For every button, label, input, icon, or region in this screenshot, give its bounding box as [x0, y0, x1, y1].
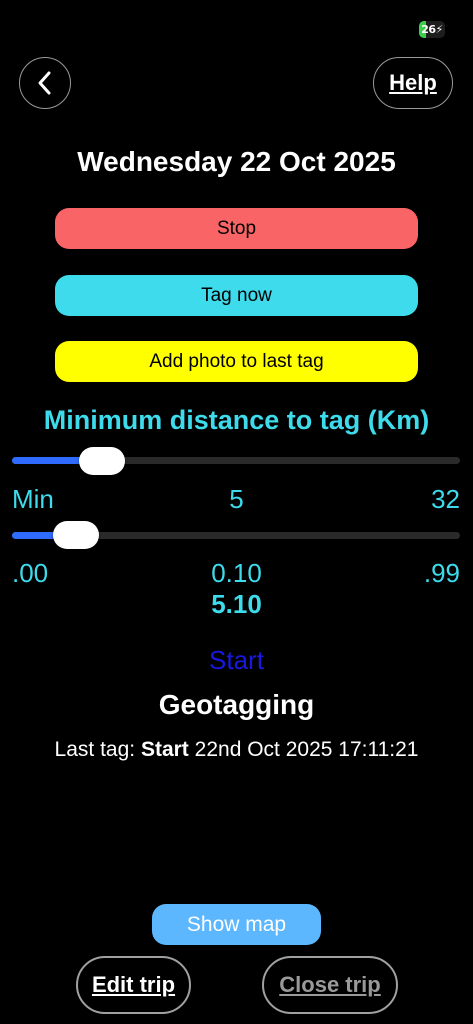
min-distance-total-value: 5.10 [211, 589, 262, 619]
help-button[interactable]: Help [373, 57, 453, 109]
edit-trip-button[interactable]: Edit trip [76, 956, 191, 1014]
chevron-left-icon [38, 71, 51, 95]
show-map-button[interactable]: Show map [152, 904, 321, 945]
last-tag-prefix: Last tag: [54, 738, 136, 761]
fine-slider-value-label: 0.10 [211, 558, 262, 588]
add-photo-button[interactable]: Add photo to last tag [55, 341, 418, 382]
fine-slider-min-label: .00 [12, 558, 49, 588]
coarse-slider-min-label: Min [12, 484, 54, 514]
start-link[interactable]: Start [0, 645, 473, 676]
coarse-slider-value-label: 5 [229, 484, 244, 514]
coarse-distance-slider-thumb[interactable] [79, 447, 125, 475]
back-button[interactable] [19, 57, 71, 109]
battery-indicator: 26⚡ [419, 21, 445, 38]
geotagging-title: Geotagging [158, 689, 315, 720]
fine-slider-max-label: .99 [423, 558, 460, 588]
stop-button[interactable]: Stop [55, 208, 418, 249]
fine-distance-slider-thumb[interactable] [53, 521, 99, 549]
tag-now-button[interactable]: Tag now [55, 275, 418, 316]
battery-text: 26⚡ [421, 23, 443, 36]
coarse-slider-max-label: 32 [431, 484, 460, 514]
last-tag-timestamp: 22nd Oct 2025 17:11:21 [194, 738, 419, 761]
start-link-label[interactable]: Start [209, 645, 264, 675]
min-distance-title: Minimum distance to tag (Km) [43, 405, 430, 435]
close-trip-button[interactable]: Close trip [262, 956, 398, 1014]
last-tag-name: Start [140, 738, 189, 761]
date-title: Wednesday 22 Oct 2025 [77, 146, 396, 177]
last-tag-line: Last tag: Start 22nd Oct 2025 17:11:21 [0, 738, 473, 762]
